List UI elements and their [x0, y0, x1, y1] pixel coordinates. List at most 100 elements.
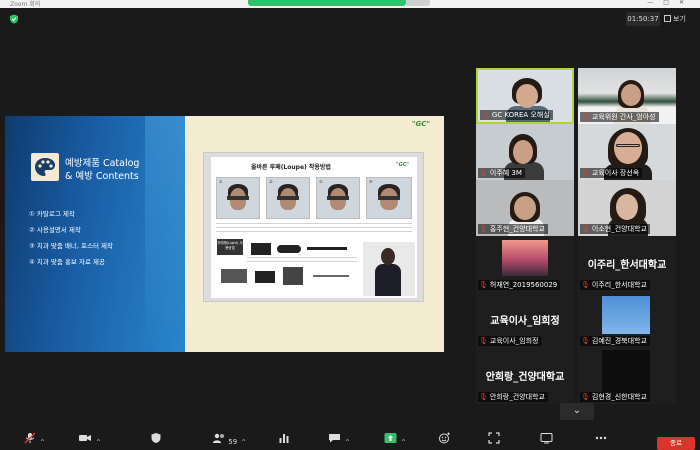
participant-name: 🎙 허재연_2019560029	[478, 280, 561, 290]
step-photo: ④	[366, 177, 412, 219]
reactions-button[interactable]	[438, 432, 451, 446]
participant-tile[interactable]: 🎙 교육이사 장선옥	[578, 124, 676, 180]
participant-name: 🎙 홍주현_건양대학교	[478, 224, 548, 234]
participant-tile[interactable]: 🎙 김예진_경북대학교	[578, 292, 676, 348]
mic-muted-icon: 🎙	[479, 393, 488, 401]
mic-muted-icon: 🎙	[479, 169, 488, 177]
bullet-item: ① 카탈로그 제작	[29, 210, 75, 218]
chevron-up-icon[interactable]: ^	[401, 439, 406, 446]
slide-title: 예방제품 Catalog & 예방 Contents	[65, 158, 140, 182]
more-button[interactable]	[594, 432, 608, 446]
screen-share-menu[interactable]	[406, 0, 430, 6]
chat-button[interactable]: ^	[328, 432, 350, 446]
participant-name: 🎙 김현경_신한대학교	[580, 392, 650, 402]
participants-count: 59	[228, 438, 238, 446]
poster-logo: "GC"	[396, 162, 409, 168]
share-screen-button[interactable]: ^	[384, 432, 406, 446]
meeting-toolbar: ^ ^ 59 ^ ^ ^	[0, 426, 700, 450]
title-bar: Zoom 회의 —□✕	[0, 0, 700, 8]
whiteboard-button[interactable]	[540, 432, 553, 446]
loupe-guide-poster: 올바른 루페(Loupe) 착용방법 "GC" ① ② ③ ④ 귀에형(Ligh…	[203, 152, 424, 302]
chevron-up-icon[interactable]: ^	[345, 439, 350, 446]
mic-muted-icon: 🎙	[481, 111, 490, 119]
polls-button[interactable]	[278, 432, 290, 446]
view-button-label: 보기	[673, 15, 686, 23]
participant-tile[interactable]: 🎙 김현경_신한대학교	[578, 348, 676, 404]
expand-icon	[488, 432, 500, 444]
participants-button[interactable]: 59 ^	[212, 432, 246, 446]
step-photo: ①	[216, 177, 260, 219]
bullet-item: ④ 치과 맞춤 홍보 자료 제공	[29, 258, 105, 266]
profile-picture	[602, 296, 650, 334]
mic-off-icon	[24, 432, 36, 444]
profile-picture	[502, 240, 548, 276]
bullet-item: ② 사용설명서 제작	[29, 226, 81, 234]
slide-right-panel: "GC" 올바른 루페(Loupe) 착용방법 "GC" ① ② ③ ④ 귀에형…	[185, 116, 444, 352]
participant-name: 🎙 교육위원 간사_엄아성	[580, 112, 659, 122]
slide-left-panel: 예방제품 Catalog & 예방 Contents ① 카탈로그 제작 ② 사…	[5, 116, 185, 352]
participant-tile[interactable]: 🎙 이주혜 3M	[476, 124, 574, 180]
window-title: Zoom 회의	[10, 1, 41, 8]
device-image	[313, 275, 349, 277]
device-image	[221, 269, 247, 283]
slide-bullets: ① 카탈로그 제작 ② 사용설명서 제작 ③ 치과 맞춤 배너, 포스터 제작 …	[29, 208, 113, 272]
window-controls[interactable]: —□✕	[647, 0, 694, 6]
poster-info-box: 귀에형(Light) 사용방법	[217, 239, 243, 255]
step-photo: ③	[316, 177, 360, 219]
participant-name: 🎙 김예진_경북대학교	[580, 336, 650, 346]
chevron-up-icon[interactable]: ^	[241, 439, 246, 446]
participant-tile[interactable]: 안희랑_건양대학교 🎙 안희랑_건양대학교	[476, 348, 574, 404]
device-image	[307, 247, 347, 250]
mic-muted-icon: 🎙	[479, 281, 488, 289]
participant-tile[interactable]: 교육이사_임희정 🎙 교육이사_임희정	[476, 292, 574, 348]
apps-button[interactable]	[488, 432, 500, 446]
share-screen-icon	[384, 433, 397, 443]
device-image	[277, 245, 301, 253]
end-meeting-button[interactable]: 종료	[657, 437, 695, 450]
mic-muted-icon: 🎙	[581, 225, 590, 233]
participant-display-name: 교육이사_임희정	[490, 316, 560, 327]
participant-name: 🎙 이주리_한서대학교	[580, 280, 650, 290]
participant-name: 🎙 이주혜 3M	[478, 168, 525, 178]
mute-button[interactable]: ^	[24, 432, 45, 446]
mic-muted-icon: 🎙	[581, 169, 590, 177]
mic-muted-icon: 🎙	[581, 337, 590, 345]
whiteboard-icon	[540, 433, 553, 444]
palette-icon	[31, 153, 59, 181]
screen-share-indicator[interactable]	[248, 0, 406, 6]
security-shield-icon[interactable]	[9, 14, 19, 24]
participant-tile[interactable]: 🎙 이소현_건양대학교	[578, 180, 676, 236]
participant-tile[interactable]: 🎙 홍주현_건양대학교	[476, 180, 574, 236]
device-image	[283, 267, 303, 285]
camera-icon	[79, 435, 91, 441]
chat-icon	[329, 434, 340, 443]
security-button[interactable]	[150, 432, 162, 446]
chevron-up-icon[interactable]: ^	[96, 439, 101, 446]
participant-name: 🎙 교육이사 장선옥	[580, 168, 643, 178]
mic-muted-icon: 🎙	[581, 281, 590, 289]
emoji-icon	[439, 432, 450, 444]
participant-name: 🎙 GC KOREA 오해실	[480, 110, 553, 120]
view-button[interactable]: 보기	[664, 12, 696, 26]
grid-icon	[664, 15, 671, 22]
gc-logo: "GC"	[411, 120, 430, 128]
chevron-up-icon[interactable]: ^	[40, 439, 45, 446]
video-button[interactable]: ^	[78, 432, 101, 446]
participant-tile[interactable]: 🎙 교육위원 간사_엄아성	[578, 68, 676, 124]
device-image	[255, 271, 275, 283]
participant-name: 🎙 안희랑_건양대학교	[478, 392, 548, 402]
participant-name: 🎙 이소현_건양대학교	[580, 224, 650, 234]
participant-name: 🎙 교육이사_임희정	[478, 336, 542, 346]
mic-muted-icon: 🎙	[479, 337, 488, 345]
participant-tile[interactable]: 🎙 GC KOREA 오해실	[476, 68, 574, 124]
bar-chart-icon	[279, 434, 289, 443]
participant-display-name: 안희랑_건양대학교	[485, 372, 565, 383]
mic-muted-icon: 🎙	[581, 113, 590, 121]
poster-title: 올바른 루페(Loupe) 착용방법	[251, 164, 331, 171]
shared-screen: 예방제품 Catalog & 예방 Contents ① 카탈로그 제작 ② 사…	[5, 116, 444, 352]
model-photo	[363, 242, 415, 296]
participant-tile[interactable]: 이주리_한서대학교 🎙 이주리_한서대학교	[578, 236, 676, 292]
mic-muted-icon: 🎙	[581, 393, 590, 401]
participant-tile[interactable]: 🎙 허재연_2019560029	[476, 236, 574, 292]
gallery-scroll-down-button[interactable]: ⌄	[560, 403, 594, 420]
